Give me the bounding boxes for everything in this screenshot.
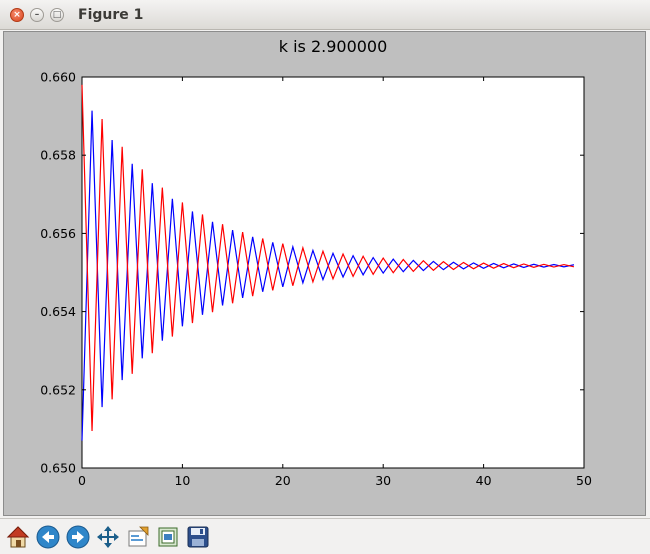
forward-button[interactable]: [66, 525, 90, 549]
figure-canvas: k is 2.900000 0 10 20 30 40 50 0.650 0.652 0.654 0…: [3, 31, 646, 516]
save-button[interactable]: [186, 525, 210, 549]
pan-icon: [97, 526, 119, 548]
subplots-config-icon: [158, 527, 178, 547]
subplots-config-button[interactable]: [156, 525, 180, 549]
x-tick-label: 40: [476, 473, 492, 488]
zoom-rect-button[interactable]: [126, 525, 150, 549]
pan-button[interactable]: [96, 525, 120, 549]
y-tick-label: 0.660: [40, 70, 76, 85]
x-tick-label: 30: [375, 473, 391, 488]
y-tick-label: 0.654: [40, 304, 76, 319]
zoom-rect-icon: [128, 526, 149, 547]
window-minimize-button[interactable]: –: [30, 8, 44, 22]
y-tick-label: 0.656: [40, 226, 76, 241]
back-arrow-icon: [36, 525, 60, 549]
window-titlebar: × – □ Figure 1: [0, 0, 650, 30]
y-tick-label: 0.652: [40, 382, 76, 397]
home-button[interactable]: [6, 525, 30, 549]
window-maximize-button[interactable]: □: [50, 8, 64, 22]
y-tick-label: 0.650: [40, 461, 76, 476]
x-tick-label: 20: [275, 473, 291, 488]
forward-arrow-icon: [66, 525, 90, 549]
home-icon: [6, 526, 30, 548]
x-tick-label: 10: [174, 473, 190, 488]
x-tick-label: 0: [78, 473, 86, 488]
chart-title: k is 2.900000: [279, 37, 388, 56]
save-icon: [187, 526, 209, 548]
navigation-toolbar: [0, 518, 650, 554]
plot-figure: k is 2.900000 0 10 20 30 40 50 0.650 0.652 0.654 0…: [40, 37, 592, 488]
y-tick-label: 0.658: [40, 148, 76, 163]
back-button[interactable]: [36, 525, 60, 549]
window-title: Figure 1: [78, 7, 144, 23]
window-close-button[interactable]: ×: [10, 8, 24, 22]
x-tick-label: 50: [576, 473, 592, 488]
